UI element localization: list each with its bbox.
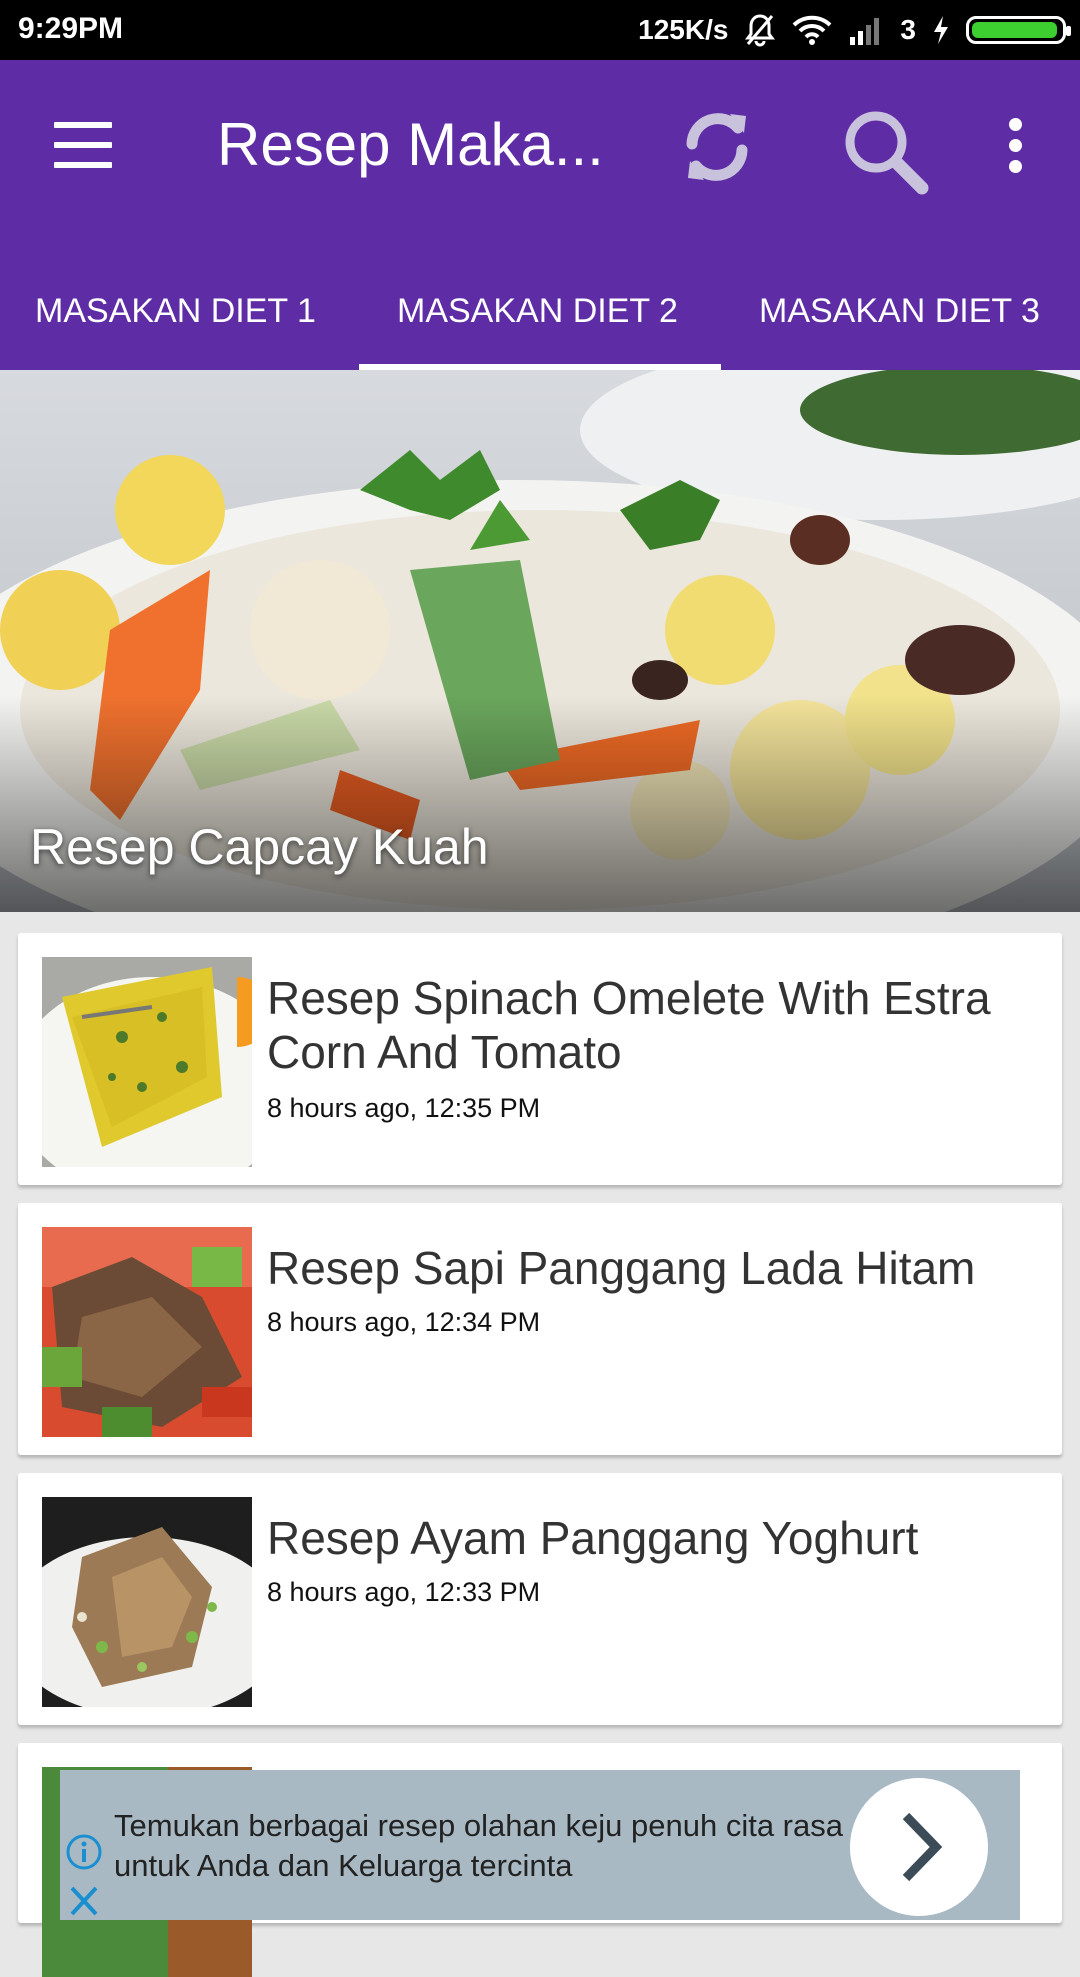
beef-photo (42, 1227, 252, 1437)
omelete-photo (42, 957, 252, 1167)
tab-bar: MASAKAN DIET 1 MASAKAN DIET 2 MASAKAN DI… (0, 282, 1080, 370)
recipe-time: 8 hours ago, 12:33 PM (267, 1577, 541, 1607)
recipe-thumbnail (42, 1497, 252, 1707)
chevron-right-icon[interactable] (850, 1778, 988, 1916)
featured-recipe-title: Resep Capcay Kuah (30, 819, 489, 875)
recipe-thumbnail (42, 957, 252, 1167)
app-title: Resep Maka... (217, 111, 604, 178)
recipe-card-sapi-panggang[interactable]: Resep Sapi Panggang Lada Hitam 8 hours a… (18, 1203, 1062, 1455)
recipe-time: 8 hours ago, 12:35 PM (267, 1093, 541, 1123)
refresh-icon[interactable] (672, 102, 762, 192)
recipe-card-spinach-omelete[interactable]: Resep Spinach Omelete With Estra Corn An… (18, 933, 1062, 1185)
battery-icon (966, 16, 1071, 44)
ad-text: Temukan berbagai resep olahan keju penuh… (114, 1808, 843, 1883)
close-icon[interactable] (64, 1882, 104, 1920)
more-options-icon[interactable] (990, 118, 1040, 178)
status-time: 9:29PM (18, 12, 124, 45)
app-bar: Resep Maka... MASAKAN DIET 1 MASAKAN DIE… (0, 60, 1080, 371)
tab-masakan-diet-3[interactable]: MASAKAN DIET 3 (759, 282, 1040, 370)
chicken-photo (42, 1497, 252, 1707)
wifi-icon (793, 15, 832, 45)
recipe-title: Resep Sapi Panggang Lada Hitam (267, 1242, 976, 1294)
ad-banner[interactable]: Temukan berbagai resep olahan keju penuh… (60, 1770, 1020, 1920)
recipe-thumbnail (42, 1227, 252, 1437)
search-icon[interactable] (838, 104, 934, 200)
status-icons: 125K/s 3 (638, 10, 1071, 50)
charging-icon (934, 16, 948, 44)
recipe-title: Resep Spinach Omelete With Estra Corn An… (267, 972, 991, 1078)
featured-recipe[interactable]: Resep Capcay Kuah (0, 370, 1080, 912)
network-speed: 125K/s (638, 14, 729, 45)
tab-masakan-diet-2[interactable]: MASAKAN DIET 2 (397, 282, 678, 370)
recipe-time: 8 hours ago, 12:34 PM (267, 1307, 541, 1337)
notifications-muted-icon (745, 14, 776, 47)
sim-label: 3 (900, 14, 916, 45)
info-icon[interactable] (64, 1832, 104, 1872)
recipe-title: Resep Ayam Panggang Yoghurt (267, 1512, 919, 1564)
status-bar: 9:29PM 125K/s 3 (0, 0, 1080, 60)
menu-button[interactable] (54, 122, 112, 168)
tab-masakan-diet-1[interactable]: MASAKAN DIET 1 (35, 282, 316, 370)
signal-icon (850, 18, 880, 45)
recipe-card-ayam-panggang[interactable]: Resep Ayam Panggang Yoghurt 8 hours ago,… (18, 1473, 1062, 1725)
